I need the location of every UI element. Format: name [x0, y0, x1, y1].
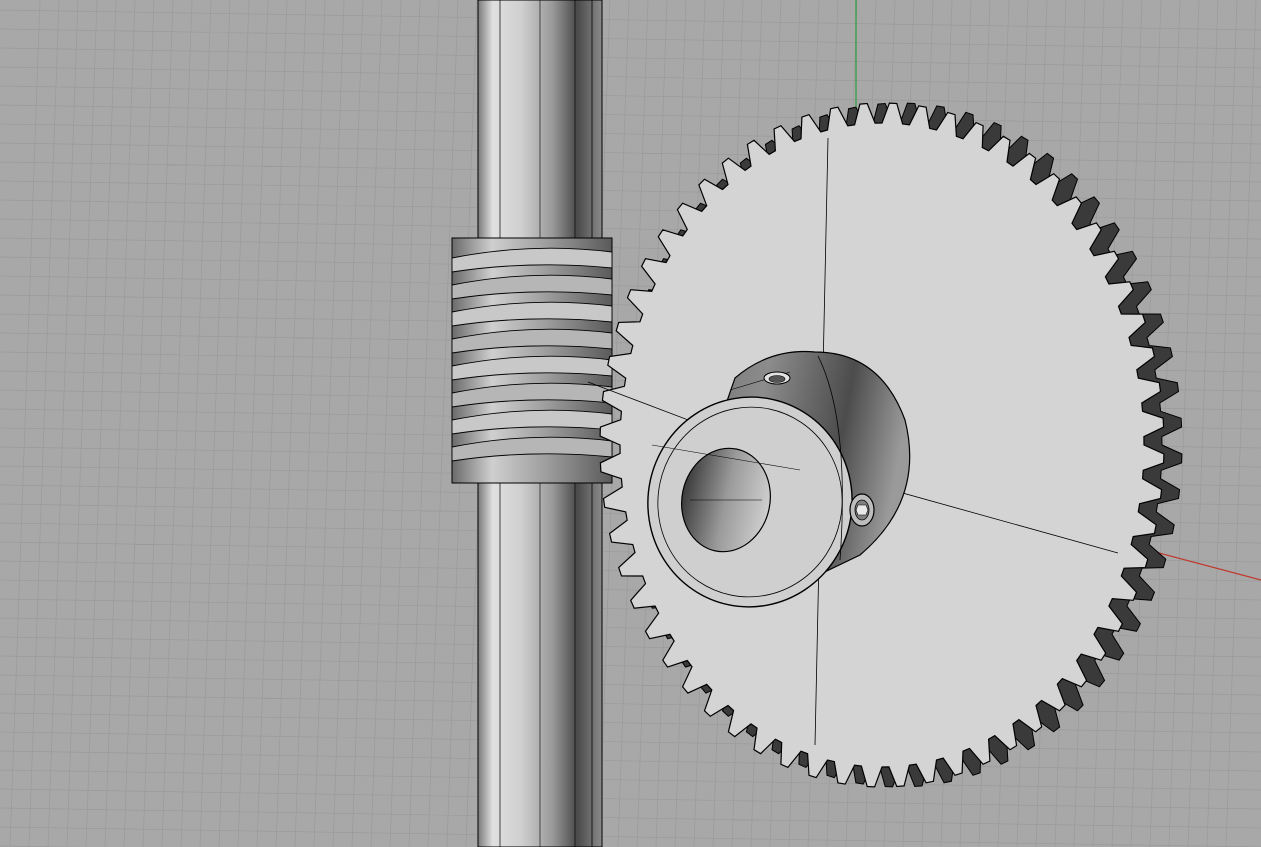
- worm[interactable]: [451, 237, 613, 484]
- set-screw-icon: [849, 493, 875, 527]
- scene-canvas[interactable]: [0, 0, 1261, 847]
- oil-hole-icon: [763, 371, 791, 385]
- 3d-viewport[interactable]: [0, 0, 1261, 847]
